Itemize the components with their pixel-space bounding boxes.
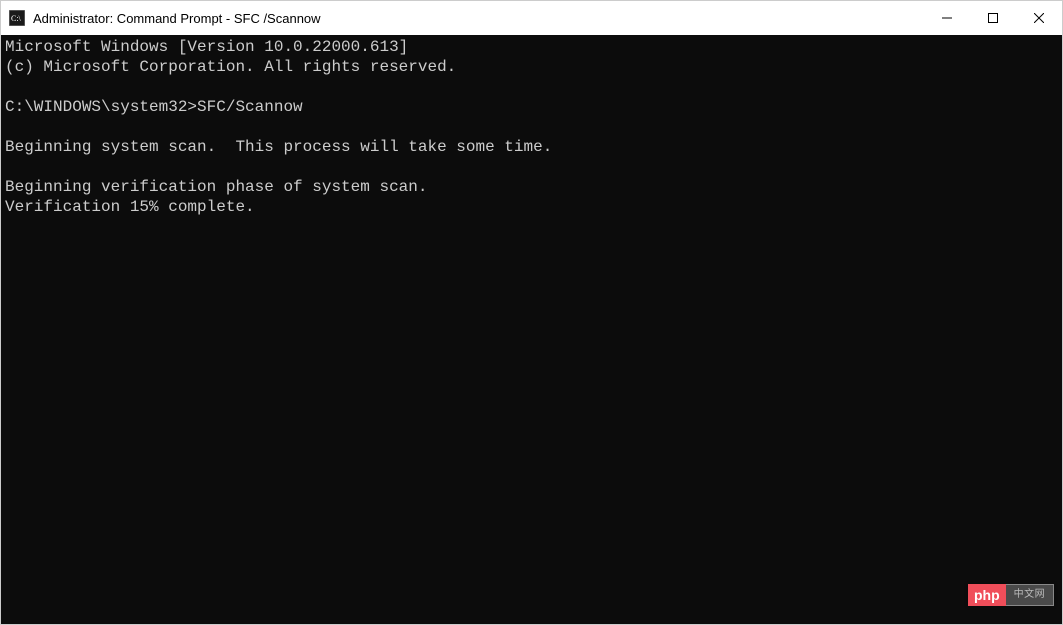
window-title: Administrator: Command Prompt - SFC /Sca… bbox=[33, 11, 321, 26]
window-controls bbox=[924, 1, 1062, 35]
terminal-line: Microsoft Windows [Version 10.0.22000.61… bbox=[5, 38, 408, 56]
svg-text:C:\: C:\ bbox=[11, 14, 22, 23]
minimize-icon bbox=[942, 13, 952, 23]
terminal-line: Beginning system scan. This process will… bbox=[5, 138, 552, 156]
watermark-left-label: php bbox=[968, 584, 1006, 606]
terminal-line: Verification 15% complete. bbox=[5, 198, 255, 216]
maximize-button[interactable] bbox=[970, 1, 1016, 35]
close-button[interactable] bbox=[1016, 1, 1062, 35]
command-prompt-window: C:\ Administrator: Command Prompt - SFC … bbox=[0, 0, 1063, 625]
terminal-output[interactable]: Microsoft Windows [Version 10.0.22000.61… bbox=[1, 35, 1062, 624]
watermark-right-label: 中文网 bbox=[1006, 584, 1054, 606]
terminal-line: Beginning verification phase of system s… bbox=[5, 178, 427, 196]
maximize-icon bbox=[988, 13, 998, 23]
command-text: SFC/Scannow bbox=[197, 98, 303, 116]
cmd-icon: C:\ bbox=[9, 10, 25, 26]
close-icon bbox=[1034, 13, 1044, 23]
watermark-badge: php 中文网 bbox=[968, 584, 1054, 606]
titlebar[interactable]: C:\ Administrator: Command Prompt - SFC … bbox=[1, 1, 1062, 35]
minimize-button[interactable] bbox=[924, 1, 970, 35]
prompt-path: C:\WINDOWS\system32> bbox=[5, 98, 197, 116]
terminal-line: (c) Microsoft Corporation. All rights re… bbox=[5, 58, 456, 76]
